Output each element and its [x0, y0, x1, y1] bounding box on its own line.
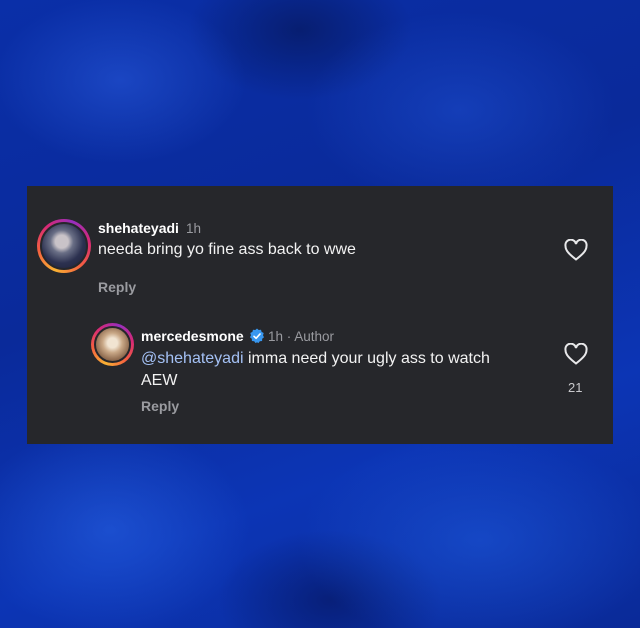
heart-icon[interactable]: [564, 239, 588, 261]
like-count: 21: [568, 380, 583, 395]
comment-text: needa bring yo fine ass back to wwe: [98, 241, 356, 258]
comment-thread-card: shehateyadi 1h needa bring yo fine ass b…: [27, 186, 613, 444]
comment-username[interactable]: shehateyadi: [98, 220, 179, 236]
reply-text: @shehateyadi imma need your ugly ass to …: [141, 348, 490, 392]
avatar-image: [40, 222, 88, 270]
avatar-shehateyadi[interactable]: [37, 219, 91, 273]
screen: { "comment": { "username": "shehateyadi"…: [0, 0, 640, 628]
avatar-mercedesmone[interactable]: [91, 323, 134, 366]
verified-badge-icon: [250, 328, 264, 344]
heart-icon[interactable]: [564, 343, 588, 365]
comment-reply-button[interactable]: Reply: [98, 279, 136, 295]
reply-text-line2: AEW: [141, 372, 178, 389]
reply-meta: 1h · Author: [268, 329, 335, 344]
comment-timestamp: 1h: [186, 221, 202, 236]
reply-text-line-1: @shehateyadi imma need your ugly ass to …: [141, 348, 490, 370]
reply-text-line1: imma need your ugly ass to watch: [247, 350, 490, 367]
reply-reply-button[interactable]: Reply: [141, 398, 179, 414]
reply-username[interactable]: mercedesmone: [141, 328, 244, 344]
avatar-image: [94, 326, 131, 363]
reply-mention-link[interactable]: @shehateyadi: [141, 350, 244, 367]
